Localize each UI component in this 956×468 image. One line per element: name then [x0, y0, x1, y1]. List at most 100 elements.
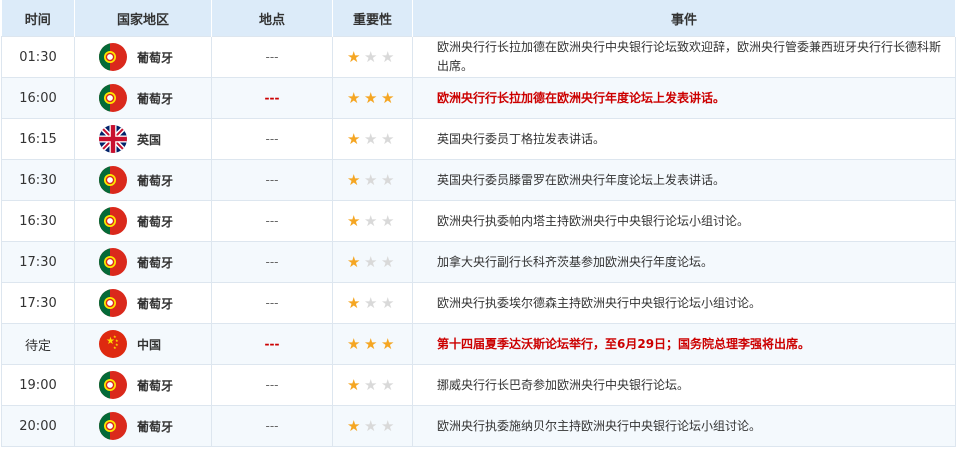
- star-empty-icon: ★: [381, 212, 395, 230]
- event-description: 英国央行委员丁格拉发表讲话。: [412, 118, 956, 160]
- event-time: 19:00: [1, 364, 75, 406]
- country-cell: 葡萄牙: [74, 159, 212, 201]
- country-cell: 英国: [74, 118, 212, 160]
- star-filled-icon: ★: [381, 89, 395, 107]
- event-location: ---: [211, 200, 333, 242]
- star-empty-icon: ★: [381, 171, 395, 189]
- economic-calendar-table: 时间 国家地区 地点 重要性 事件 01:30 葡萄牙 --- ★ ★ ★ 欧洲央行行长拉加…: [1, 0, 956, 447]
- table-row[interactable]: 16:15 英国 --- ★ ★ ★ 英国央行委员丁格拉发表讲话。: [1, 118, 956, 160]
- country-cell: 葡萄牙: [74, 282, 212, 324]
- star-empty-icon: ★: [381, 417, 395, 435]
- svg-text:★: ★: [113, 345, 117, 350]
- event-location: ---: [211, 36, 333, 78]
- table-row[interactable]: 20:00 葡萄牙 --- ★ ★ ★ 欧洲央行执委施纳贝尔主持欧洲央行中央银行论坛小组讨论…: [1, 405, 956, 447]
- star-empty-icon: ★: [364, 376, 378, 394]
- portugal-flag-icon: [99, 84, 127, 112]
- table-row[interactable]: 16:00 葡萄牙 --- ★ ★ ★ 欧洲央行行长拉加德在欧洲央行年度论坛上发表讲话。: [1, 77, 956, 119]
- country-cell: 葡萄牙: [74, 405, 212, 447]
- event-location: ---: [211, 118, 333, 160]
- event-time: 16:15: [1, 118, 75, 160]
- star-empty-icon: ★: [364, 48, 378, 66]
- event-time: 16:30: [1, 200, 75, 242]
- table-row[interactable]: 19:00 葡萄牙 --- ★ ★ ★ 挪威央行行长巴奇参加欧洲央行中央银行论坛。: [1, 364, 956, 406]
- star-empty-icon: ★: [381, 130, 395, 148]
- table-row[interactable]: 17:30 葡萄牙 --- ★ ★ ★ 欧洲央行执委埃尔德森主持欧洲央行中央银行论坛小组讨论…: [1, 282, 956, 324]
- event-description: 欧洲央行执委帕内塔主持欧洲央行中央银行论坛小组讨论。: [412, 200, 956, 242]
- event-location: ---: [211, 77, 333, 119]
- country-name: 葡萄牙: [137, 91, 174, 106]
- star-empty-icon: ★: [364, 171, 378, 189]
- table-row[interactable]: 待定 ★ ★ ★ ★ ★ 中国 --- ★ ★ ★ 第十四届夏季达沃斯论坛举行，至6月29日；国务院总…: [1, 323, 956, 365]
- event-location: ---: [211, 282, 333, 324]
- portugal-flag-icon: [99, 43, 127, 71]
- event-description: 挪威央行行长巴奇参加欧洲央行中央银行论坛。: [412, 364, 956, 406]
- country-name: 葡萄牙: [137, 173, 174, 188]
- star-filled-icon: ★: [364, 335, 378, 353]
- country-name: 葡萄牙: [137, 255, 174, 270]
- country-cell: 葡萄牙: [74, 364, 212, 406]
- importance-stars: ★ ★ ★: [332, 159, 413, 201]
- star-filled-icon: ★: [347, 130, 361, 148]
- star-empty-icon: ★: [364, 417, 378, 435]
- portugal-flag-icon: [99, 371, 127, 399]
- table-row[interactable]: 16:30 葡萄牙 --- ★ ★ ★ 英国央行委员滕雷罗在欧洲央行年度论坛上发表讲话。: [1, 159, 956, 201]
- event-description: 第十四届夏季达沃斯论坛举行，至6月29日；国务院总理李强将出席。: [412, 323, 956, 365]
- table-header-row: 时间 国家地区 地点 重要性 事件: [1, 0, 956, 37]
- event-time: 待定: [1, 323, 75, 365]
- event-location: ---: [211, 159, 333, 201]
- event-description: 加拿大央行副行长科齐茨基参加欧洲央行年度论坛。: [412, 241, 956, 283]
- star-empty-icon: ★: [381, 253, 395, 271]
- star-filled-icon: ★: [364, 89, 378, 107]
- star-empty-icon: ★: [364, 130, 378, 148]
- star-filled-icon: ★: [347, 376, 361, 394]
- star-filled-icon: ★: [347, 48, 361, 66]
- event-location: ---: [211, 405, 333, 447]
- header-location: 地点: [211, 0, 333, 37]
- header-importance: 重要性: [332, 0, 413, 37]
- country-name: 葡萄牙: [137, 50, 174, 65]
- event-location: ---: [211, 364, 333, 406]
- star-empty-icon: ★: [364, 212, 378, 230]
- event-time: 20:00: [1, 405, 75, 447]
- portugal-flag-icon: [99, 248, 127, 276]
- country-name: 葡萄牙: [137, 296, 174, 311]
- event-description: 欧洲央行执委埃尔德森主持欧洲央行中央银行论坛小组讨论。: [412, 282, 956, 324]
- portugal-flag-icon: [99, 207, 127, 235]
- table-row[interactable]: 17:30 葡萄牙 --- ★ ★ ★ 加拿大央行副行长科齐茨基参加欧洲央行年度论坛。: [1, 241, 956, 283]
- table-row[interactable]: 01:30 葡萄牙 --- ★ ★ ★ 欧洲央行行长拉加德在欧洲央行中央银行论坛致欢迎辞，欧…: [1, 36, 956, 78]
- event-description: 英国央行委员滕雷罗在欧洲央行年度论坛上发表讲话。: [412, 159, 956, 201]
- event-time: 16:30: [1, 159, 75, 201]
- portugal-flag-icon: [99, 412, 127, 440]
- star-filled-icon: ★: [347, 417, 361, 435]
- country-name: 葡萄牙: [137, 214, 174, 229]
- country-name: 葡萄牙: [137, 419, 174, 434]
- star-filled-icon: ★: [347, 171, 361, 189]
- star-empty-icon: ★: [364, 294, 378, 312]
- event-description: 欧洲央行行长拉加德在欧洲央行年度论坛上发表讲话。: [412, 77, 956, 119]
- header-country: 国家地区: [74, 0, 212, 37]
- table-row[interactable]: 16:30 葡萄牙 --- ★ ★ ★ 欧洲央行执委帕内塔主持欧洲央行中央银行论坛小组讨论。: [1, 200, 956, 242]
- importance-stars: ★ ★ ★: [332, 282, 413, 324]
- event-description: 欧洲央行行长拉加德在欧洲央行中央银行论坛致欢迎辞，欧洲央行管委兼西班牙央行行长德…: [412, 36, 956, 78]
- event-time: 01:30: [1, 36, 75, 78]
- uk-flag-icon: [99, 125, 127, 153]
- star-filled-icon: ★: [347, 89, 361, 107]
- star-empty-icon: ★: [364, 253, 378, 271]
- header-event: 事件: [412, 0, 956, 37]
- country-name: 葡萄牙: [137, 378, 174, 393]
- portugal-flag-icon: [99, 166, 127, 194]
- importance-stars: ★ ★ ★: [332, 241, 413, 283]
- importance-stars: ★ ★ ★: [332, 405, 413, 447]
- importance-stars: ★ ★ ★: [332, 200, 413, 242]
- event-location: ---: [211, 323, 333, 365]
- event-time: 16:00: [1, 77, 75, 119]
- importance-stars: ★ ★ ★: [332, 323, 413, 365]
- star-filled-icon: ★: [381, 335, 395, 353]
- country-cell: 葡萄牙: [74, 77, 212, 119]
- country-name: 中国: [137, 337, 162, 352]
- country-cell: 葡萄牙: [74, 36, 212, 78]
- star-filled-icon: ★: [347, 335, 361, 353]
- star-filled-icon: ★: [347, 294, 361, 312]
- country-name: 英国: [137, 132, 162, 147]
- country-cell: ★ ★ ★ ★ ★ 中国: [74, 323, 212, 365]
